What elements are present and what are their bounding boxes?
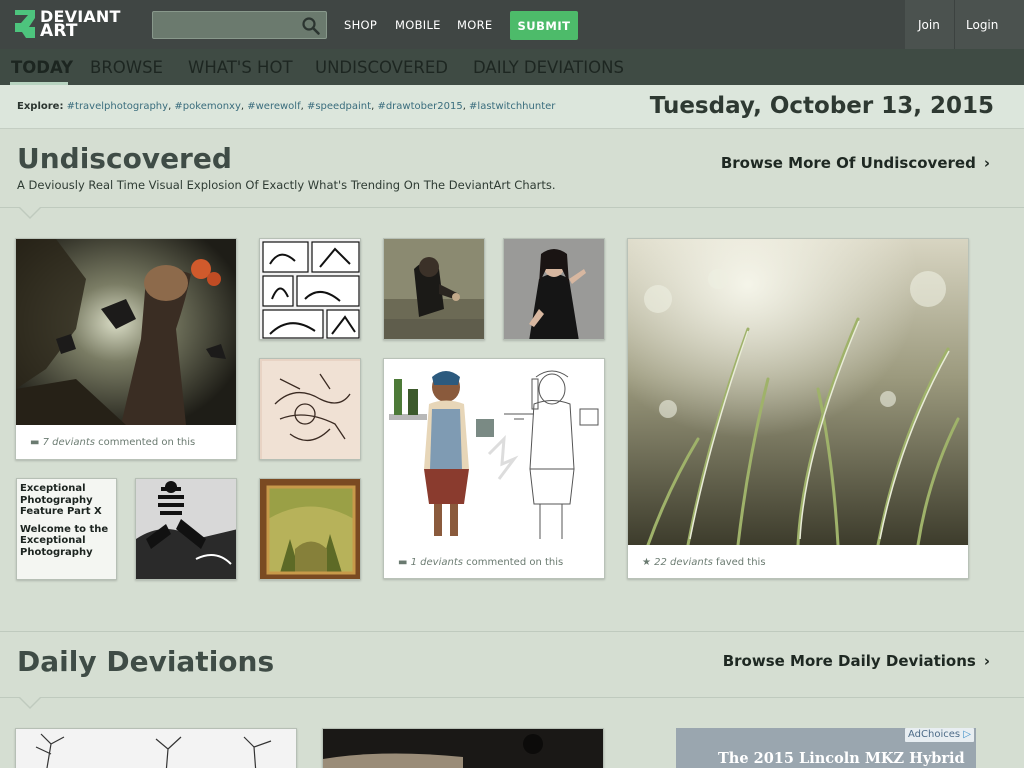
- comment-meta: ▬ 7 deviants commented on this: [30, 437, 195, 448]
- daily-deviations-title: Daily Deviations: [17, 645, 275, 678]
- deviation-thumbnail[interactable]: [259, 478, 361, 580]
- deviation-thumbnail[interactable]: [322, 728, 604, 768]
- deviation-thumbnail[interactable]: [15, 728, 297, 768]
- submit-button[interactable]: SUBMIT: [510, 11, 578, 40]
- join-link[interactable]: Join: [918, 18, 940, 32]
- tab-today[interactable]: TODAY: [11, 58, 73, 77]
- tag-link[interactable]: #werewolf: [247, 101, 300, 112]
- section-divider: [0, 697, 1024, 698]
- account-divider: [954, 0, 955, 49]
- page-date: Tuesday, October 13, 2015: [649, 93, 994, 119]
- ad-choices-icon: ▷: [963, 729, 971, 740]
- deviantart-logo[interactable]: DEVIANT ART: [14, 9, 132, 41]
- deviant-count[interactable]: 7 deviants: [43, 437, 95, 448]
- deviation-thumbnail[interactable]: [135, 478, 237, 580]
- fave-meta: ★ 22 deviants faved this: [642, 557, 766, 568]
- comic-page-image: [260, 239, 360, 339]
- explore-bar: Explore: #travelphotography, #pokemonxy,…: [0, 85, 1024, 129]
- ad-choices-link[interactable]: AdChoices ▷: [905, 728, 974, 742]
- deviation-thumbnail[interactable]: [259, 358, 361, 460]
- nav-mobile[interactable]: MOBILE: [395, 18, 441, 32]
- star-icon: ★: [642, 557, 651, 568]
- deviation-card[interactable]: ▬ 1 deviants commented on this: [383, 358, 605, 579]
- comment-suffix: commented on this: [98, 437, 196, 448]
- deviation-thumbnail[interactable]: [503, 238, 605, 340]
- top-bar: DEVIANT ART SHOP MOBILE MORE SUBMIT Join…: [0, 0, 1024, 49]
- tab-daily-deviations[interactable]: DAILY DEVIATIONS: [473, 58, 624, 77]
- dark-photo-image: [323, 729, 603, 768]
- explore-tags: Explore: #travelphotography, #pokemonxy,…: [17, 101, 556, 112]
- deviant-count[interactable]: 22 deviants: [654, 557, 713, 568]
- browse-more-daily-label: Browse More Daily Deviations: [722, 652, 976, 670]
- nav-shop[interactable]: SHOP: [344, 18, 377, 32]
- forest-painting-image: [260, 479, 360, 579]
- section-divider: [0, 207, 1024, 208]
- deviation-thumbnail[interactable]: [384, 359, 604, 545]
- advertisement[interactable]: AdChoices ▷ The 2015 Lincoln MKZ Hybrid: [676, 728, 976, 768]
- frosty-grass-image: [628, 239, 968, 545]
- journal-excerpt: Welcome to the Exceptional Photography: [20, 523, 109, 558]
- sketch-image: [260, 359, 360, 459]
- tag-link[interactable]: #drawtober2015: [377, 101, 462, 112]
- deviantart-logo-icon: [15, 10, 35, 38]
- tag-link[interactable]: #travelphotography: [67, 101, 168, 112]
- nav-more[interactable]: MORE: [457, 18, 492, 32]
- search-input[interactable]: [152, 11, 327, 39]
- login-link[interactable]: Login: [966, 18, 998, 32]
- tag-link[interactable]: #lastwitchhunter: [469, 101, 555, 112]
- comment-suffix: commented on this: [466, 557, 564, 568]
- tag-link[interactable]: #pokemonxy: [174, 101, 240, 112]
- deviation-card[interactable]: ▬ 7 deviants commented on this: [15, 238, 237, 460]
- deviation-card[interactable]: ★ 22 deviants faved this: [627, 238, 969, 579]
- deviant-count[interactable]: 1 deviants: [411, 557, 463, 568]
- journal-title: Exceptional Photography Feature Part X: [20, 483, 102, 517]
- deviation-thumbnail[interactable]: [628, 239, 968, 545]
- section-notch-fill: [19, 206, 41, 217]
- browse-more-undiscovered-label: Browse More Of Undiscovered: [720, 154, 976, 172]
- comment-meta: ▬ 1 deviants commented on this: [398, 557, 563, 568]
- bw-illustration-image: [136, 479, 236, 579]
- section-divider: [0, 631, 1024, 632]
- browse-more-undiscovered-link[interactable]: Browse More Of Undiscovered ›: [721, 154, 990, 172]
- photo-man-image: [384, 239, 484, 339]
- fantasy-artwork-image: [16, 239, 236, 425]
- tree-sketch-image: [16, 729, 296, 768]
- tab-undiscovered[interactable]: UNDISCOVERED: [315, 58, 448, 77]
- tab-browse[interactable]: BROWSE: [90, 58, 163, 77]
- search-icon[interactable]: [301, 16, 321, 36]
- chevron-right-icon: ›: [983, 652, 990, 670]
- tab-whats-hot[interactable]: WHAT'S HOT: [188, 58, 293, 77]
- photo-woman-image: [504, 239, 604, 339]
- deviation-thumbnail[interactable]: [383, 238, 485, 340]
- logo-text-line2: ART: [40, 21, 78, 41]
- fave-suffix: faved this: [716, 557, 766, 568]
- ad-headline: The 2015 Lincoln MKZ Hybrid: [718, 750, 965, 767]
- undiscovered-description: A Deviously Real Time Visual Explosion O…: [17, 178, 556, 192]
- undiscovered-title: Undiscovered: [17, 142, 232, 175]
- tag-link[interactable]: #speedpaint: [307, 101, 371, 112]
- sub-navigation: TODAY BROWSE WHAT'S HOT UNDISCOVERED DAI…: [0, 49, 1024, 85]
- explore-label: Explore:: [17, 101, 64, 112]
- journal-card[interactable]: Exceptional Photography Feature Part X W…: [16, 478, 117, 580]
- deviation-thumbnail[interactable]: [16, 239, 236, 425]
- ad-choices-label: AdChoices: [908, 729, 961, 740]
- chevron-right-icon: ›: [983, 154, 990, 172]
- comment-icon: ▬: [398, 557, 408, 568]
- comment-icon: ▬: [30, 437, 40, 448]
- deviation-thumbnail[interactable]: [259, 238, 361, 340]
- section-notch-fill: [19, 696, 41, 707]
- character-illustration-image: [384, 359, 604, 545]
- browse-more-daily-link[interactable]: Browse More Daily Deviations ›: [723, 652, 990, 670]
